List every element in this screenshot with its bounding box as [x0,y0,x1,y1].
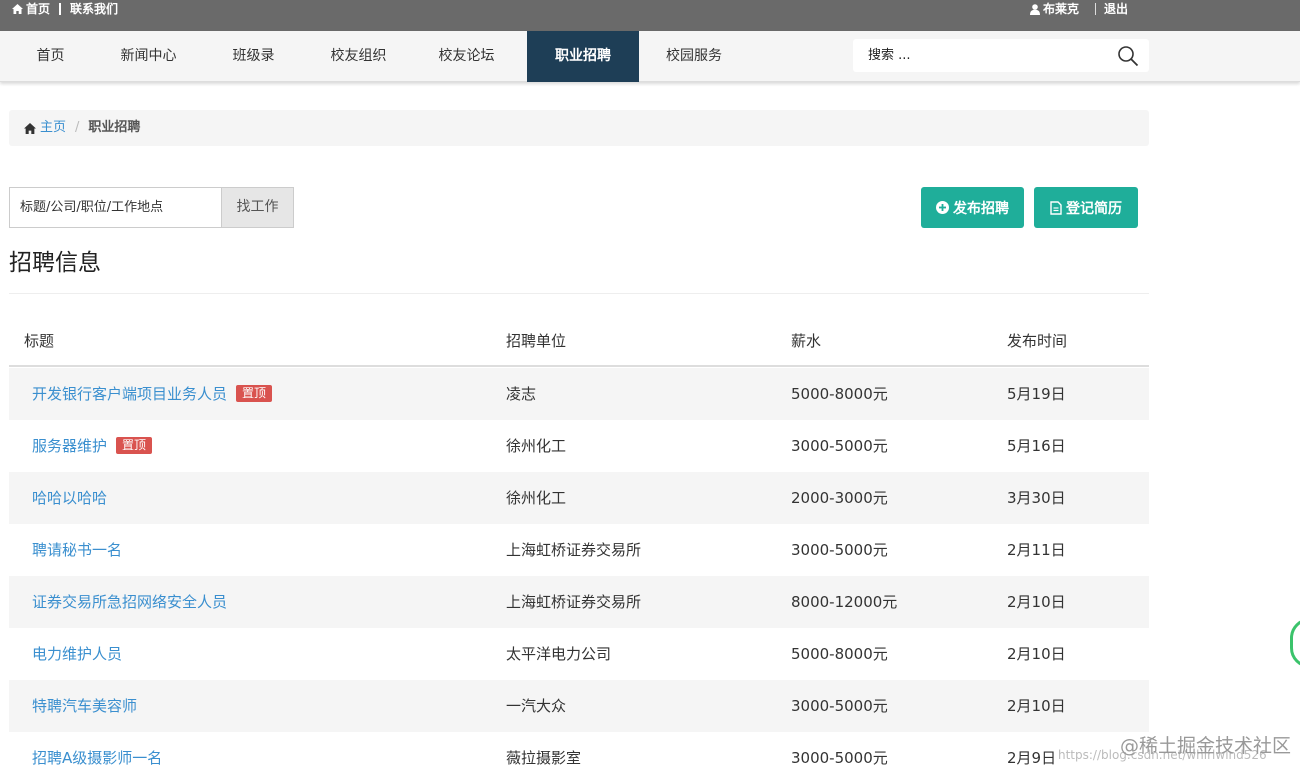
top-contact-link[interactable]: 联系我们 [70,1,118,17]
salary-cell: 3000-5000元 [791,749,888,767]
home-icon [24,122,36,134]
logout-link[interactable]: 退出 [1104,1,1128,17]
watermark-text: @稀土掘金技术社区 [1120,735,1292,757]
job-title-link[interactable]: 哈哈以哈哈 [32,487,107,508]
header-title: 标题 [24,332,55,350]
nav-item-jobs[interactable]: 职业招聘 [527,31,639,82]
post-job-label: 发布招聘 [953,200,1009,217]
company-cell: 上海虹桥证券交易所 [506,593,642,611]
company-cell: 徐州化工 [506,489,567,507]
company-cell: 一汽大众 [506,697,567,715]
site-search-input[interactable] [853,39,1103,72]
table-row: 证券交易所急招网络安全人员 上海虹桥证券交易所 8000-12000元 2月10… [9,576,1149,628]
nav-item-class-roster[interactable]: 班级录 [196,31,311,82]
find-job-button[interactable]: 找工作 [221,187,294,228]
job-title-text[interactable]: 开发银行客户端项目业务人员 [32,383,227,404]
company-cell: 凌志 [506,385,537,403]
header-date: 发布时间 [1007,332,1068,350]
date-cell: 2月10日 [1007,593,1066,611]
nav-item-campus-services[interactable]: 校园服务 [639,31,749,82]
table-row: 聘请秘书一名 上海虹桥证券交易所 3000-5000元 2月11日 [9,524,1149,576]
table-row: 电力维护人员 太平洋电力公司 5000-8000元 2月10日 [9,628,1149,680]
breadcrumb-separator: / [75,120,80,135]
salary-cell: 3000-5000元 [791,697,888,715]
pinned-badge: 置顶 [236,385,273,402]
job-title-link[interactable]: 特聘汽车美容师 [32,695,137,716]
breadcrumb-current: 职业招聘 [88,120,141,135]
floating-action-button[interactable] [1290,618,1300,668]
salary-cell: 5000-8000元 [791,385,888,403]
user-icon [1030,3,1040,15]
site-search [853,39,1149,72]
job-title-text[interactable]: 服务器维护 [32,435,107,456]
divider [1095,3,1097,15]
salary-cell: 3000-5000元 [791,541,888,559]
nav-item-home[interactable]: 首页 [0,31,101,82]
salary-cell: 2000-3000元 [791,489,888,507]
register-resume-button[interactable]: 登记简历 [1034,187,1138,228]
file-icon [1050,200,1062,215]
salary-cell: 3000-5000元 [791,437,888,455]
nav-item-alumni-forum[interactable]: 校友论坛 [406,31,527,82]
salary-cell: 5000-8000元 [791,645,888,663]
job-title-link[interactable]: 招聘A级摄影师一名 [32,747,162,768]
divider [9,293,1149,294]
divider [59,3,62,15]
salary-cell: 8000-12000元 [791,593,898,611]
main-nav: 首页 新闻中心 班级录 校友组织 校友论坛 职业招聘 校园服务 [0,31,1300,82]
table-row: 哈哈以哈哈 徐州化工 2000-3000元 3月30日 [9,472,1149,524]
date-cell: 2月9日 [1007,749,1057,767]
company-cell: 上海虹桥证券交易所 [506,541,642,559]
date-cell: 5月19日 [1007,385,1066,403]
jobs-table-body: 开发银行客户端项目业务人员 置顶 凌志 5000-8000元 5月19日 服务器维… [9,368,1149,774]
breadcrumb: 主页 / 职业招聘 [9,110,1149,146]
header-company: 招聘单位 [506,332,567,350]
nav-item-news[interactable]: 新闻中心 [101,31,196,82]
job-title-link[interactable]: 证券交易所急招网络安全人员 [32,591,227,612]
top-bar: 首页 联系我们 布莱克 退出 [0,0,1300,31]
company-cell: 薇拉摄影室 [506,749,582,767]
user-name-link[interactable]: 布莱克 [1043,1,1079,17]
pinned-badge: 置顶 [116,437,153,454]
header-salary: 薪水 [791,332,822,350]
post-job-button[interactable]: 发布招聘 [921,187,1024,228]
register-resume-label: 登记简历 [1066,200,1122,217]
table-row: 开发银行客户端项目业务人员 置顶 凌志 5000-8000元 5月19日 [9,368,1149,420]
table-row: 招聘A级摄影师一名 薇拉摄影室 3000-5000元 2月9日 [9,732,1149,774]
jobs-table-header: 标题 招聘单位 薪水 发布时间 [9,318,1149,367]
job-title-link[interactable]: 服务器维护 置顶 [32,435,153,456]
plus-circle-icon [936,201,949,214]
job-title-link[interactable]: 开发银行客户端项目业务人员 置顶 [32,383,273,404]
home-icon [12,4,23,14]
job-search: 找工作 [9,187,294,228]
date-cell: 2月11日 [1007,541,1066,559]
date-cell: 2月10日 [1007,645,1066,663]
date-cell: 3月30日 [1007,489,1066,507]
table-row: 特聘汽车美容师 一汽大众 3000-5000元 2月10日 [9,680,1149,732]
table-row: 服务器维护 置顶 徐州化工 3000-5000元 5月16日 [9,420,1149,472]
nav-item-alumni-org[interactable]: 校友组织 [311,31,406,82]
section-title: 招聘信息 [9,250,101,276]
date-cell: 5月16日 [1007,437,1066,455]
top-home-link[interactable]: 首页 [26,1,50,17]
breadcrumb-home-link[interactable]: 主页 [40,110,66,146]
company-cell: 徐州化工 [506,437,567,455]
job-title-link[interactable]: 聘请秘书一名 [32,539,122,560]
date-cell: 2月10日 [1007,697,1066,715]
company-cell: 太平洋电力公司 [506,645,612,663]
job-title-link[interactable]: 电力维护人员 [32,643,122,664]
job-search-input[interactable] [9,187,221,228]
search-icon[interactable] [1117,45,1139,67]
